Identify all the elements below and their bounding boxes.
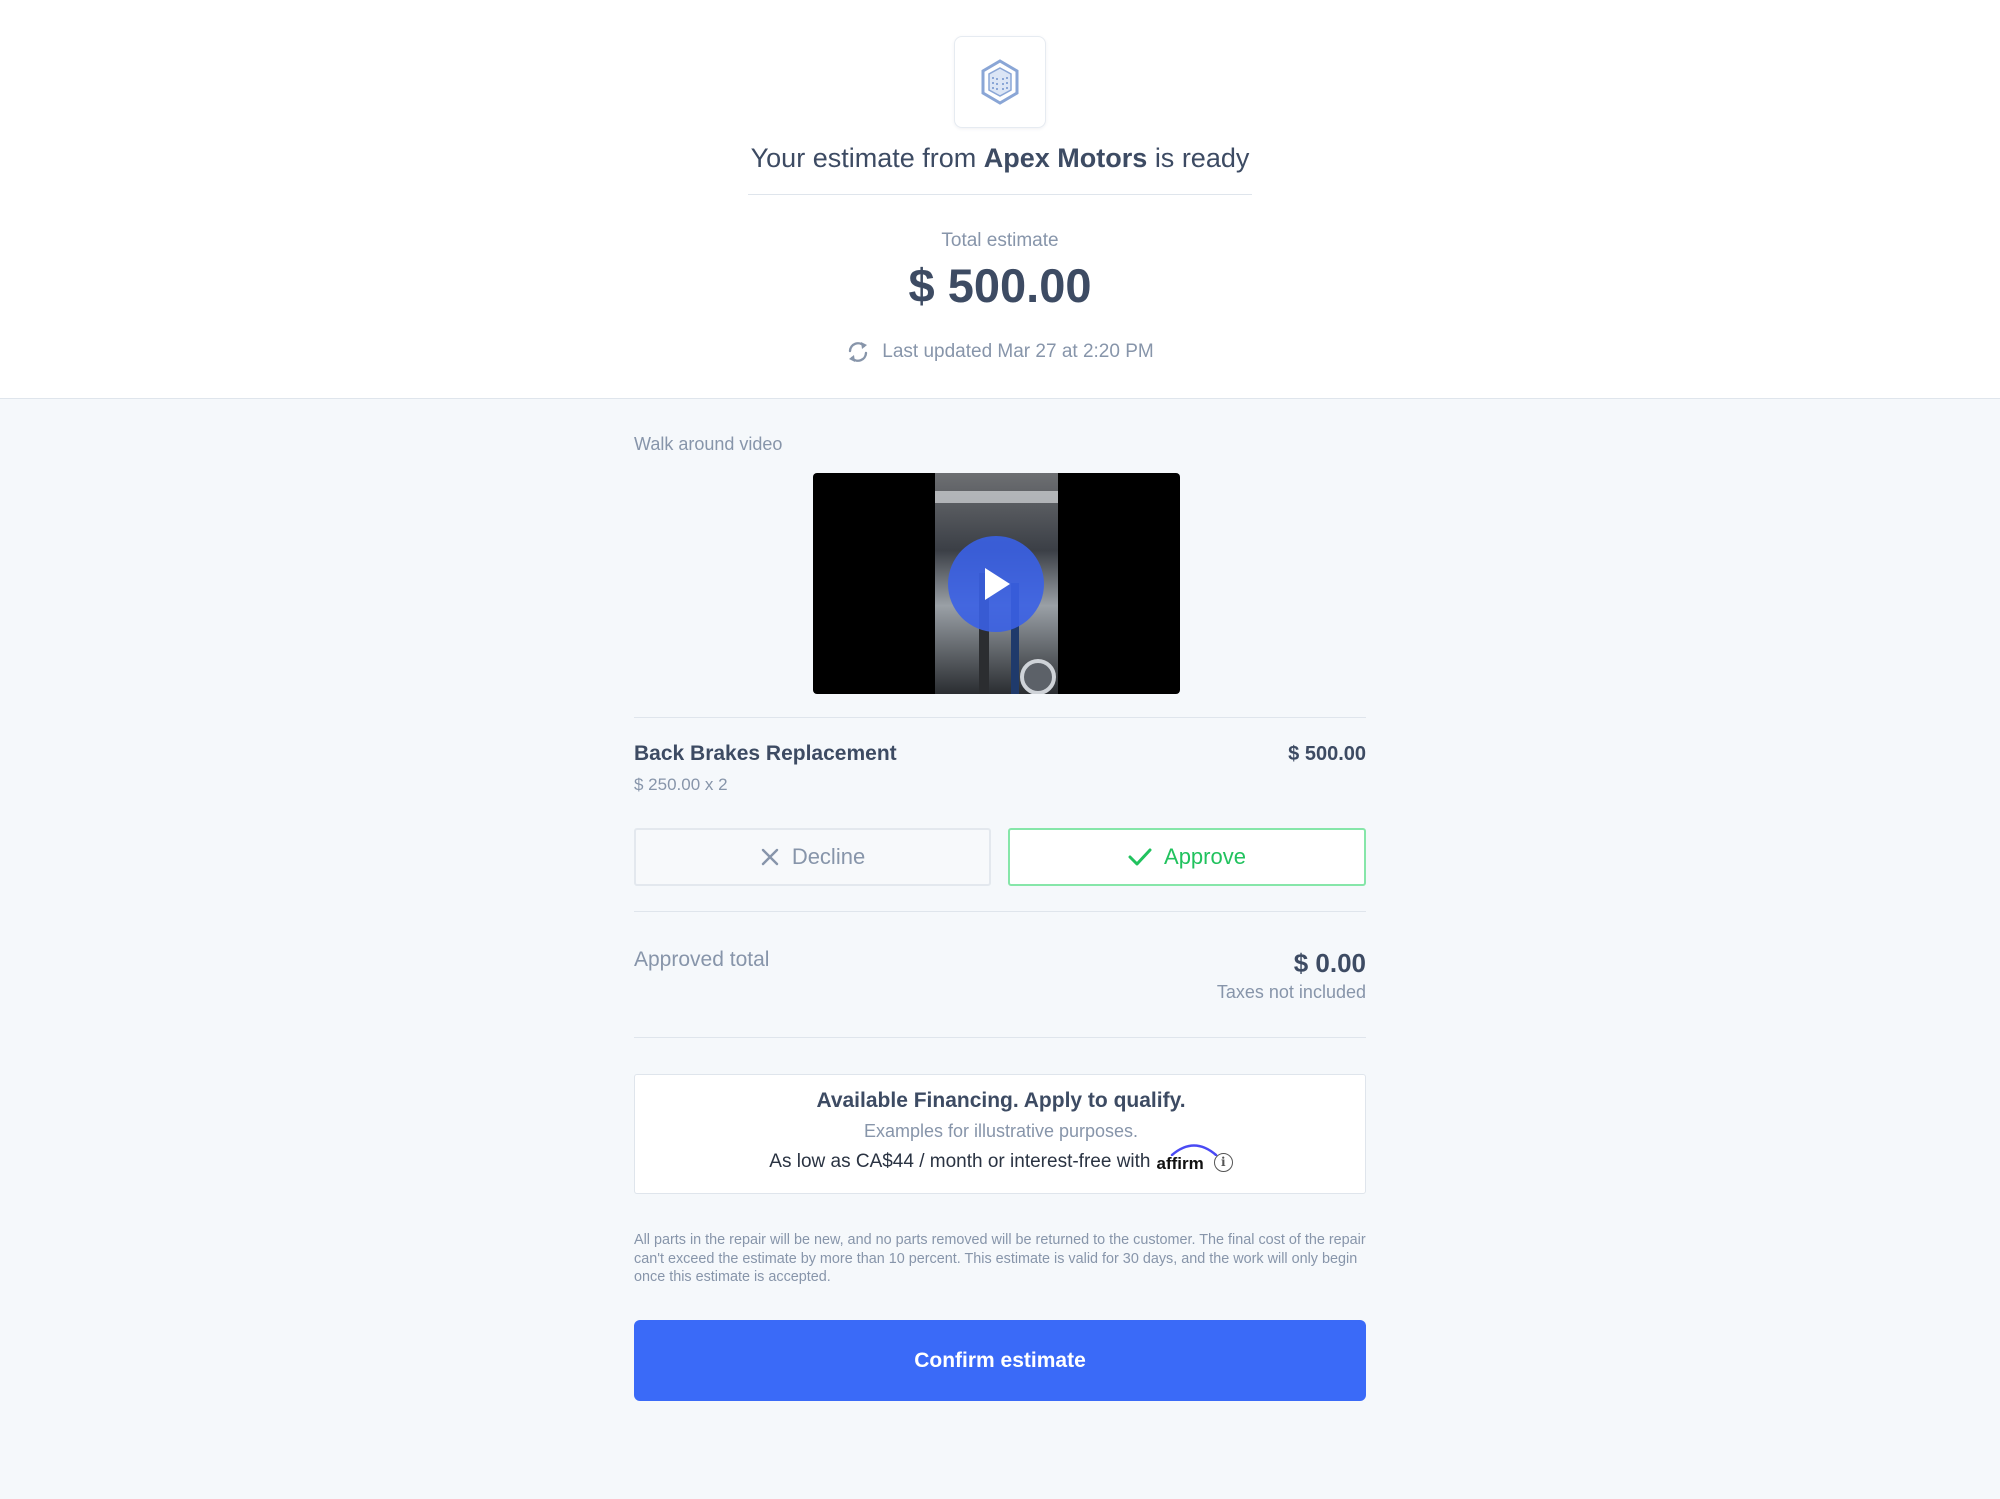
title-suffix: is ready <box>1154 143 1250 173</box>
financing-title: Available Financing. Apply to qualify. <box>816 1089 1186 1112</box>
divider <box>634 1037 1366 1038</box>
shop-name: Apex Motors <box>983 143 1148 173</box>
approved-total-label: Approved total <box>634 948 770 971</box>
play-button[interactable] <box>948 536 1044 632</box>
line-item-name: Back Brakes Replacement <box>634 742 897 765</box>
check-icon <box>1128 848 1152 866</box>
approve-button[interactable]: Approve <box>1008 828 1366 886</box>
close-icon <box>761 848 779 866</box>
financing-offer: As low as CA$44 / month or interest-free… <box>635 1144 1367 1177</box>
last-updated-text: Last updated Mar 27 at 2:20 PM <box>882 341 1154 362</box>
shop-logo <box>954 36 1046 128</box>
walk-around-video[interactable] <box>813 473 1180 694</box>
decline-label: Decline <box>791 844 866 869</box>
total-estimate-amount: $ 500.00 <box>908 259 1092 312</box>
line-item-price: $ 500.00 <box>1288 743 1366 765</box>
building-icon <box>981 59 1019 105</box>
taxes-note: Taxes not included <box>1216 982 1366 1002</box>
disclaimer-text: All parts in the repair will be new, and… <box>634 1232 1366 1285</box>
affirm-logo: affirm <box>1156 1144 1218 1174</box>
decline-button[interactable]: Decline <box>634 828 991 886</box>
header-divider <box>748 194 1252 195</box>
estimate-header: Your estimate from Apex Motors is ready … <box>0 0 2000 399</box>
video-label: Walk around video <box>634 434 783 454</box>
line-item-detail: $ 250.00 x 2 <box>634 775 728 794</box>
financing-offer-text: As low as CA$44 / month or interest-free… <box>769 1151 1151 1172</box>
approved-total-amount: $ 0.00 <box>1293 948 1366 978</box>
play-icon <box>985 568 1010 600</box>
divider <box>634 911 1366 912</box>
financing-subtitle: Examples for illustrative purposes. <box>863 1121 1139 1141</box>
last-updated: Last updated Mar 27 at 2:20 PM <box>0 338 2000 366</box>
total-estimate-label: Total estimate <box>941 230 1059 251</box>
financing-box[interactable]: Available Financing. Apply to qualify. E… <box>634 1074 1366 1194</box>
page-title: Your estimate from Apex Motors is ready <box>0 138 2000 178</box>
confirm-estimate-button[interactable]: Confirm estimate <box>634 1320 1366 1401</box>
approve-label: Approve <box>1164 844 1246 869</box>
divider <box>634 717 1366 718</box>
refresh-icon <box>849 342 868 362</box>
title-prefix: Your estimate from <box>750 143 977 173</box>
